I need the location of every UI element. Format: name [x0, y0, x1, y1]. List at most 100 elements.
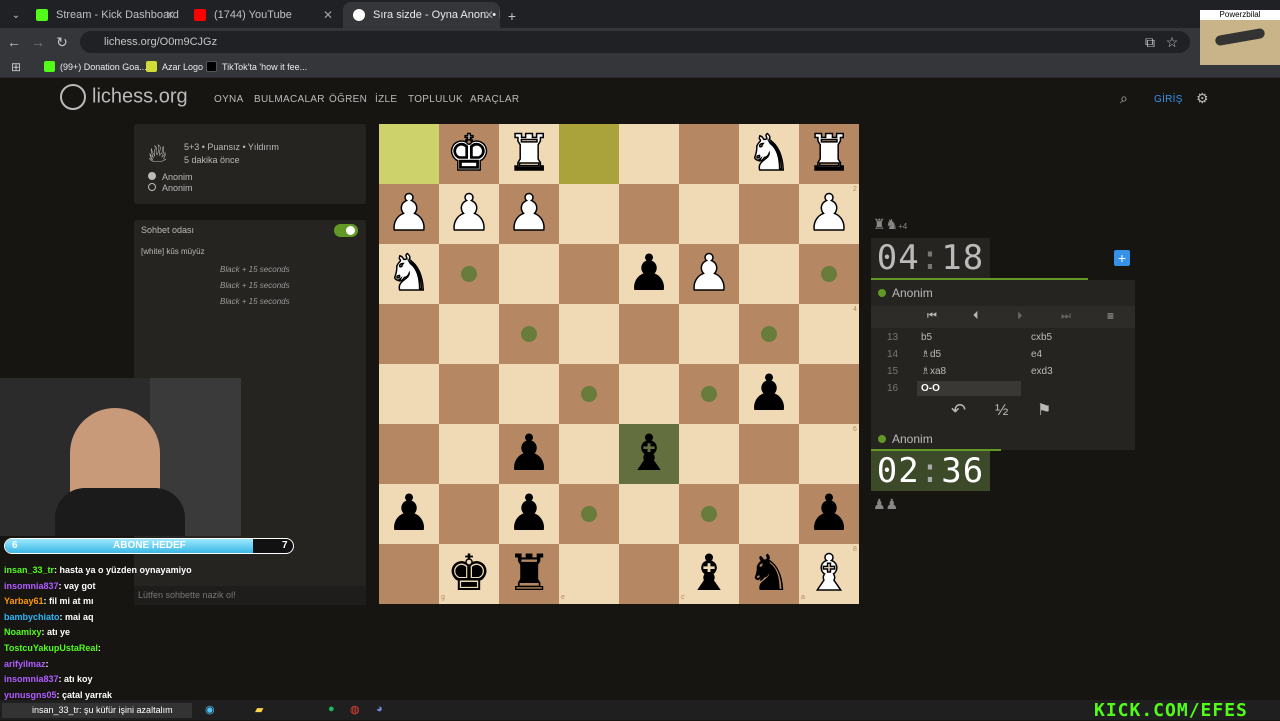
chess-piece[interactable]: ♜ — [499, 123, 559, 184]
chess-piece[interactable]: ♜ — [499, 544, 559, 604]
chat-username[interactable]: bambychiato — [4, 612, 60, 622]
chat-username[interactable]: insomnia837 — [4, 581, 59, 591]
prev-move-icon[interactable]: ⏴ — [973, 310, 979, 323]
gear-icon[interactable]: ⚙ — [1196, 90, 1209, 107]
square-d7[interactable] — [619, 484, 679, 544]
folder-icon[interactable]: ▰ — [255, 703, 263, 716]
chess-piece[interactable]: ♟ — [679, 243, 739, 304]
square-c6[interactable] — [679, 424, 739, 484]
chat-username[interactable]: yunusgns05 — [4, 690, 57, 700]
search-icon[interactable]: ⌕ — [1120, 90, 1128, 107]
square-h5[interactable] — [379, 364, 439, 424]
move-white[interactable]: ♗d5 — [917, 347, 1021, 362]
draw-offer-icon[interactable]: ½ — [995, 402, 1008, 420]
install-icon[interactable]: ⧉ — [1138, 28, 1162, 56]
chess-piece[interactable]: ♝ — [619, 424, 679, 484]
url-input[interactable]: lichess.org/O0m9CJGz — [80, 31, 1190, 53]
chat-username[interactable]: Yarbay61 — [4, 596, 44, 606]
square-d5[interactable] — [619, 364, 679, 424]
discord-icon[interactable]: ◕ — [376, 703, 383, 715]
tab-kick[interactable]: Stream - Kick Dashboard ✕ — [26, 2, 181, 28]
chess-piece[interactable]: ♝ — [799, 543, 859, 604]
square-a5[interactable] — [799, 364, 859, 424]
chess-piece[interactable]: ♟ — [499, 183, 559, 244]
chess-piece[interactable]: ♟ — [379, 183, 439, 244]
bookmark-azar[interactable]: Azar Logo — [146, 56, 203, 78]
back-icon[interactable]: ← — [2, 28, 26, 56]
resign-flag-icon[interactable]: ⚑ — [1037, 400, 1051, 420]
move-hint-dot[interactable] — [761, 326, 777, 342]
tab-youtube[interactable]: (1744) YouTube ✕ — [184, 2, 339, 28]
square-b2[interactable] — [739, 184, 799, 244]
move-white[interactable]: b5 — [917, 330, 1021, 345]
forward-icon[interactable]: → — [26, 28, 50, 56]
add-time-icon[interactable]: + — [1114, 250, 1130, 266]
move-hint-dot[interactable] — [461, 266, 477, 282]
move-hint-dot[interactable] — [581, 386, 597, 402]
new-tab-icon[interactable]: + — [500, 2, 524, 30]
chess-piece[interactable]: ♞ — [739, 544, 799, 604]
move-hint-dot[interactable] — [821, 266, 837, 282]
move-hint-dot[interactable] — [701, 386, 717, 402]
bookmark-tiktok[interactable]: TikTok'ta 'how it fee... — [206, 56, 307, 78]
square-d1[interactable] — [619, 124, 679, 184]
reload-icon[interactable]: ↻ — [50, 28, 74, 56]
square-e6[interactable] — [559, 424, 619, 484]
site-logo[interactable]: lichess.org — [60, 84, 188, 110]
move-hint-dot[interactable] — [701, 506, 717, 522]
square-e1[interactable] — [559, 124, 619, 184]
square-h8[interactable] — [379, 544, 439, 604]
chess-piece[interactable]: ♞ — [739, 123, 799, 184]
square-e4[interactable] — [559, 304, 619, 364]
square-h1[interactable] — [379, 124, 439, 184]
nav-watch[interactable]: İZLE — [375, 94, 397, 105]
move-white[interactable]: ♗xa8 — [917, 364, 1021, 379]
chess-piece[interactable]: ♚ — [439, 544, 499, 604]
move-black[interactable]: cxb5 — [1031, 332, 1052, 343]
square-e3[interactable] — [559, 244, 619, 304]
square-g7[interactable] — [439, 484, 499, 544]
close-icon[interactable]: ✕ — [484, 2, 494, 28]
close-icon[interactable]: ✕ — [323, 2, 333, 28]
square-a4[interactable] — [799, 304, 859, 364]
chess-board[interactable]: 1 2 3 4 5 6 7 h g f e d c b a 8 ♚ ♜ ♞ ♜ ♟ ♟ ♟ ♟ ♞ ♟ ♟ ♟ ♟ ♝ ♟ ♟ ♟ ♚ ♜ ♝ ♞ ♝ — [379, 123, 859, 604]
square-b3[interactable] — [739, 244, 799, 304]
chess-piece[interactable]: ♝ — [679, 544, 739, 604]
square-f3[interactable] — [499, 244, 559, 304]
square-b6[interactable] — [739, 424, 799, 484]
square-d8[interactable] — [619, 544, 679, 604]
chess-piece[interactable]: ♟ — [619, 244, 679, 304]
nav-tools[interactable]: ARAÇLAR — [470, 94, 519, 105]
chat-username[interactable]: insan_33_tr — [4, 565, 54, 575]
login-link[interactable]: GİRİŞ — [1154, 94, 1183, 105]
square-d2[interactable] — [619, 184, 679, 244]
first-move-icon[interactable]: ⏮ — [927, 310, 937, 323]
square-c2[interactable] — [679, 184, 739, 244]
tab-lichess[interactable]: Sıra sizde - Oyna Anon. • liches✕ — [343, 2, 500, 28]
nav-puzzles[interactable]: BULMACALAR — [254, 94, 325, 105]
square-g6[interactable] — [439, 424, 499, 484]
move-white[interactable]: O-O — [917, 381, 1021, 396]
chess-piece[interactable]: ♟ — [439, 183, 499, 244]
chess-piece[interactable]: ♚ — [439, 123, 499, 184]
chat-username[interactable]: insomnia837 — [4, 674, 59, 684]
square-e8[interactable] — [559, 544, 619, 604]
move-black[interactable]: exd3 — [1031, 366, 1053, 377]
chess-piece[interactable]: ♟ — [499, 484, 559, 544]
square-c1[interactable] — [679, 124, 739, 184]
close-icon[interactable]: ✕ — [165, 2, 175, 28]
chess-piece[interactable]: ♟ — [499, 424, 559, 484]
bookmark-donation[interactable]: (99+) Donation Goa... — [44, 56, 147, 78]
move-black[interactable]: e4 — [1031, 349, 1042, 360]
square-g4[interactable] — [439, 304, 499, 364]
last-move-icon[interactable]: ⏭ — [1061, 310, 1071, 323]
chess-piece[interactable]: ♞ — [379, 243, 439, 304]
apps-icon[interactable]: ⊞ — [4, 53, 28, 81]
bookmark-star-icon[interactable]: ☆ — [1160, 28, 1184, 56]
move-hint-dot[interactable] — [581, 506, 597, 522]
square-b7[interactable] — [739, 484, 799, 544]
square-g5[interactable] — [439, 364, 499, 424]
nav-community[interactable]: TOPLULUK — [408, 94, 463, 105]
square-d4[interactable] — [619, 304, 679, 364]
chess-piece[interactable]: ♟ — [799, 183, 859, 244]
